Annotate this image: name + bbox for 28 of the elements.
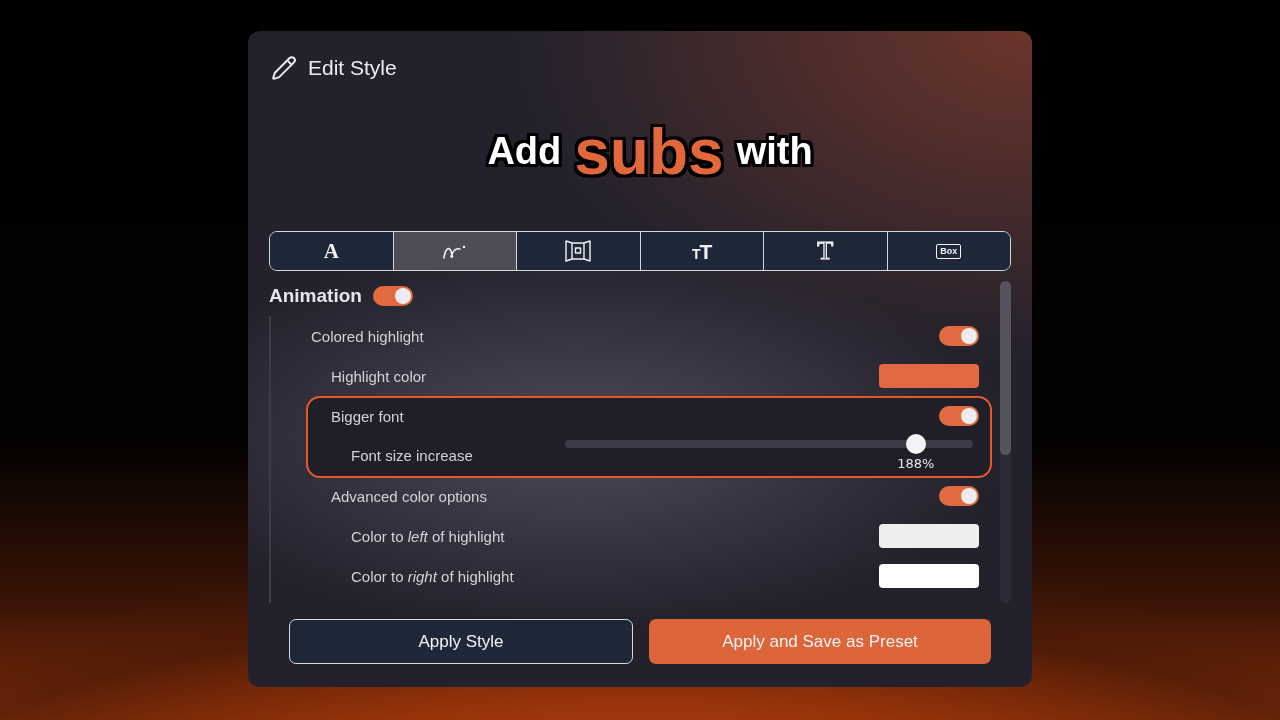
setting-label: Font size increase — [351, 446, 473, 464]
section-title: Animation — [269, 285, 362, 307]
setting-label: Color to right of highlight — [351, 567, 514, 585]
slider-thumb[interactable] — [905, 434, 926, 454]
setting-label: Colored highlight — [311, 327, 424, 345]
color-swatch[interactable] — [879, 564, 979, 588]
frame-icon — [565, 240, 592, 262]
toggle-switch[interactable] — [372, 286, 413, 306]
dialog-title: Edit Style — [308, 56, 397, 80]
apply-button[interactable]: Apply Style — [289, 619, 633, 664]
tab[interactable] — [392, 232, 516, 270]
setting-label: Advanced color options — [331, 487, 487, 505]
preview-word: Add — [487, 131, 562, 173]
toggle-switch[interactable] — [939, 326, 979, 346]
setting-label: Color to left of highlight — [351, 527, 505, 545]
color-swatch[interactable] — [879, 364, 979, 388]
setting-label: Bigger font — [331, 407, 404, 425]
scrollbar-thumb[interactable] — [1000, 281, 1011, 455]
toggle-switch[interactable] — [939, 406, 979, 426]
color-swatch[interactable] — [879, 524, 979, 548]
animation-curve-icon — [441, 243, 468, 259]
slider-value: 188% — [897, 456, 935, 471]
pencil-icon — [271, 55, 297, 81]
toggle-switch[interactable] — [939, 486, 979, 506]
tab[interactable]: Box — [886, 232, 1010, 270]
setting-label: Highlight color — [331, 367, 427, 385]
preview-word: with — [736, 131, 813, 173]
preview-word: subs — [574, 116, 724, 188]
